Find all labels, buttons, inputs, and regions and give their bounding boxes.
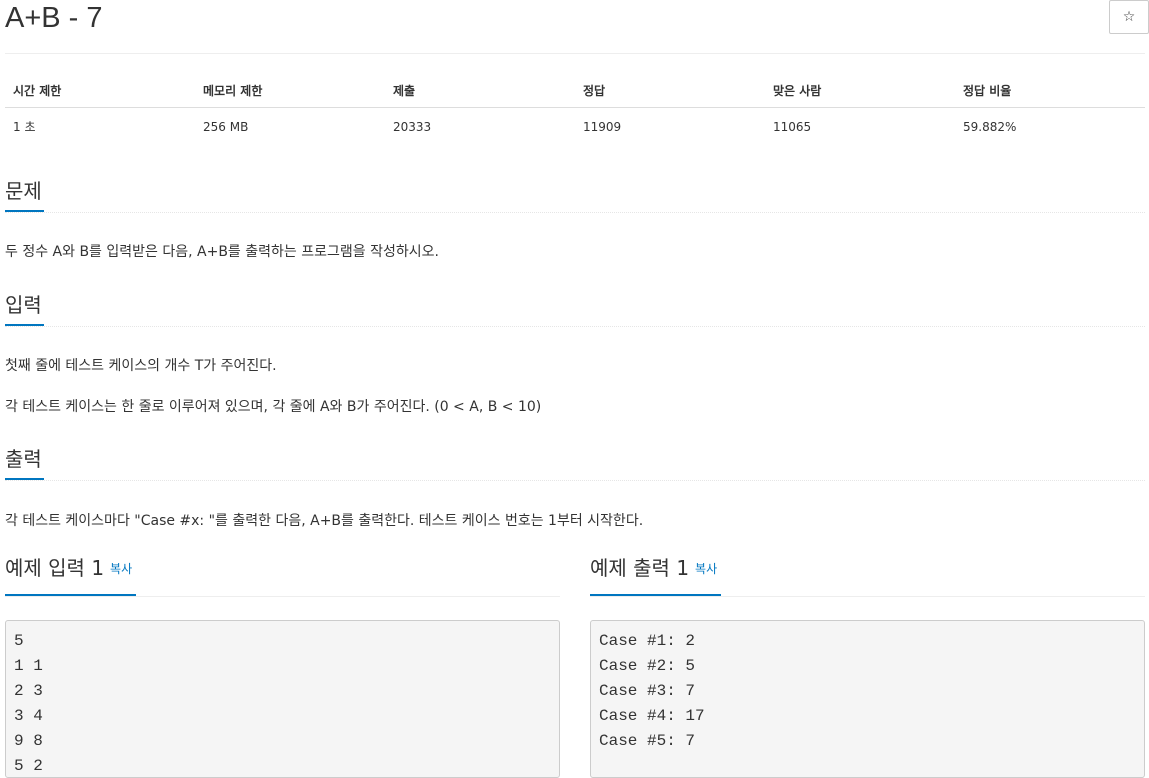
input-section-header: 입력 — [5, 292, 1145, 327]
sample-input-copy-link[interactable]: 복사 — [110, 562, 132, 576]
title-row: A+B - 7 ☆ — [5, 0, 1149, 54]
output-text: 각 테스트 케이스마다 "Case #x: "를 출력한 다음, A+B를 출력… — [5, 513, 644, 529]
output-section-header: 출력 — [5, 446, 1145, 481]
description-section-header: 문제 — [5, 178, 1145, 213]
value-accept-ratio: 59.882% — [963, 119, 1017, 134]
value-memory-limit: 256 MB — [203, 119, 249, 134]
info-value-row: 1 초 256 MB 20333 11909 11065 59.882% — [5, 108, 1145, 146]
header-accept-ratio: 정답 비율 — [955, 74, 1145, 108]
sample-output-content: Case #1: 2 Case #2: 5 Case #3: 7 Case #4… — [590, 620, 1145, 778]
input-heading: 입력 — [5, 292, 44, 326]
sample-output-heading: 예제 출력 1 복사 — [590, 554, 722, 596]
sample-output-panel: 예제 출력 1 복사 Case #1: 2 Case #2: 5 Case #3:… — [590, 554, 1145, 778]
page-title: A+B - 7 — [5, 2, 103, 34]
value-submissions: 20333 — [393, 119, 432, 134]
sample-output-header: 예제 출력 1 복사 — [590, 554, 1145, 597]
input-text-line-2: 각 테스트 케이스는 한 줄로 이루어져 있으며, 각 줄에 A와 B가 주어진… — [5, 399, 542, 415]
problem-page: A+B - 7 ☆ 시간 제한 메모리 제한 제출 정답 맞은 사람 정답 비율… — [5, 0, 1149, 778]
input-text-line-1: 첫째 줄에 테스트 케이스의 개수 T가 주어진다. — [5, 358, 277, 374]
info-header-row: 시간 제한 메모리 제한 제출 정답 맞은 사람 정답 비율 — [5, 74, 1145, 108]
value-accepted: 11909 — [583, 119, 622, 134]
sample-input-header: 예제 입력 1 복사 — [5, 554, 560, 597]
description-text: 두 정수 A와 B를 입력받은 다음, A+B를 출력하는 프로그램을 작성하시… — [5, 244, 439, 260]
sample-output-title: 예제 출력 1 — [590, 556, 690, 580]
header-solved-users: 맞은 사람 — [765, 74, 955, 108]
value-solved-users: 11065 — [773, 119, 812, 134]
sample-input-heading: 예제 입력 1 복사 — [5, 554, 137, 596]
sample-input-content: 5 1 1 2 3 3 4 9 8 5 2 — [5, 620, 560, 778]
header-accepted: 정답 — [575, 74, 765, 108]
header-submissions: 제출 — [385, 74, 575, 108]
value-time-limit: 1 초 — [13, 120, 36, 134]
header-memory-limit: 메모리 제한 — [195, 74, 385, 108]
description-heading: 문제 — [5, 178, 44, 212]
header-time-limit: 시간 제한 — [5, 74, 195, 108]
problem-info-table: 시간 제한 메모리 제한 제출 정답 맞은 사람 정답 비율 1 초 256 M… — [5, 74, 1145, 145]
sample-input-title: 예제 입력 1 — [5, 556, 105, 580]
output-heading: 출력 — [5, 446, 44, 480]
star-icon: ☆ — [1122, 9, 1136, 25]
sample-output-copy-link[interactable]: 복사 — [695, 562, 717, 576]
star-button[interactable]: ☆ — [1109, 0, 1149, 34]
sample-input-panel: 예제 입력 1 복사 5 1 1 2 3 3 4 9 8 5 2 — [5, 554, 560, 778]
